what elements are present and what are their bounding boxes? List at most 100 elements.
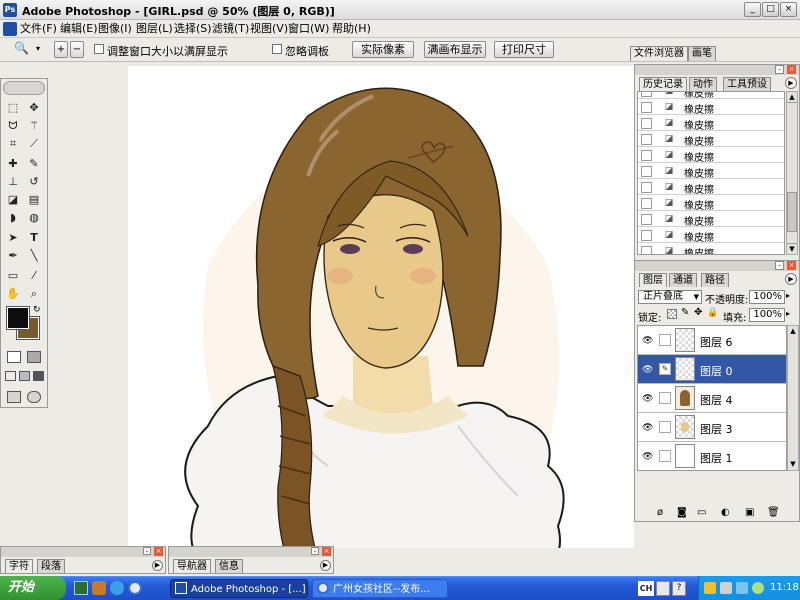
imageready-icon[interactable] xyxy=(27,391,41,403)
minimize-button[interactable]: _ xyxy=(744,2,761,17)
ime-icon[interactable] xyxy=(656,581,670,596)
eye-icon[interactable]: 👁 xyxy=(642,394,653,404)
move-tool-icon[interactable]: ✥ xyxy=(25,99,43,116)
browser-icon[interactable] xyxy=(110,581,124,595)
fill-input[interactable]: 100% xyxy=(749,308,785,322)
quick-mask-icon[interactable] xyxy=(27,351,41,363)
character-close-button[interactable]: × xyxy=(154,547,163,556)
navigator-menu-icon[interactable]: ▶ xyxy=(320,560,331,571)
menu-filter[interactable]: 滤镜(T) xyxy=(212,21,249,37)
screen-mode-full-menu-icon[interactable] xyxy=(19,371,30,381)
history-item[interactable]: ◪ 橡皮擦 xyxy=(638,212,784,228)
blur-tool-icon[interactable]: ◗ xyxy=(4,209,22,226)
adjustment-layer-icon[interactable]: ◐ xyxy=(721,507,730,518)
line-tool-icon[interactable]: ╲ xyxy=(25,247,43,264)
healing-brush-tool-icon[interactable]: ✚ xyxy=(4,155,22,172)
blend-mode-select[interactable]: 正片叠底 ▼ xyxy=(638,290,702,304)
menu-edit[interactable]: 编辑(E) xyxy=(60,21,98,37)
history-snapshot-box[interactable] xyxy=(641,246,652,254)
history-minimize-button[interactable]: - xyxy=(775,65,784,74)
history-item[interactable]: ◪ 橡皮擦 xyxy=(638,228,784,244)
standard-mode-icon[interactable] xyxy=(7,351,21,363)
link-slot[interactable] xyxy=(659,334,671,346)
opacity-input[interactable]: 100% xyxy=(749,290,785,304)
pen-tool-icon[interactable]: ✒ xyxy=(4,247,22,264)
layer-set-icon[interactable]: ▭ xyxy=(697,507,706,518)
lock-all-icon[interactable]: 🔒 xyxy=(707,308,718,318)
link-slot[interactable] xyxy=(659,392,671,404)
history-item[interactable]: ◪ 橡皮擦 xyxy=(638,148,784,164)
task-browser[interactable]: 广州女孩社区--发布... xyxy=(312,579,448,598)
foreground-color-swatch[interactable] xyxy=(6,306,30,330)
notes-tool-icon[interactable]: ▭ xyxy=(4,267,22,284)
tray-status-icon[interactable] xyxy=(752,582,764,594)
tab-brushes[interactable]: 画笔 xyxy=(688,46,716,61)
link-slot[interactable] xyxy=(659,421,671,433)
opacity-arrow-icon[interactable]: ▸ xyxy=(786,291,790,300)
help-icon[interactable]: ? xyxy=(672,581,686,596)
ie-icon[interactable] xyxy=(128,581,142,595)
lock-image-icon[interactable]: ✎ xyxy=(681,307,689,318)
new-layer-icon[interactable]: ▣ xyxy=(745,507,754,518)
history-item[interactable]: ◪ 橡皮擦 xyxy=(638,116,784,132)
history-snapshot-box[interactable] xyxy=(641,102,652,113)
tab-tool-presets[interactable]: 工具预设 xyxy=(723,77,771,91)
history-brush-tool-icon[interactable]: ↺ xyxy=(25,173,43,190)
show-desktop-icon[interactable] xyxy=(74,581,88,595)
magic-wand-tool-icon[interactable]: ⚚ xyxy=(25,117,43,134)
history-snapshot-box[interactable] xyxy=(641,92,652,97)
history-snapshot-box[interactable] xyxy=(641,166,652,177)
history-item[interactable]: ◪ 橡皮擦 xyxy=(638,132,784,148)
tab-channels[interactable]: 通道 xyxy=(669,273,697,287)
zoom-in-button[interactable]: + xyxy=(54,41,68,58)
history-snapshot-box[interactable] xyxy=(641,214,652,225)
toolbox-header-icon[interactable] xyxy=(3,81,45,95)
tab-layers[interactable]: 图层 xyxy=(639,273,667,287)
resize-window-checkbox[interactable] xyxy=(94,44,104,54)
eraser-tool-icon[interactable]: ◪ xyxy=(4,191,22,208)
layer-row-6[interactable]: 👁 图层 6 xyxy=(638,326,786,355)
history-item[interactable]: ◪ 橡皮擦 xyxy=(638,244,784,254)
network-icon[interactable] xyxy=(720,582,732,594)
tab-paragraph[interactable]: 段落 xyxy=(37,559,65,573)
maximize-button[interactable]: □ xyxy=(762,2,779,17)
layer-row-0[interactable]: 👁 ✎ 图层 0 xyxy=(638,355,786,384)
scroll-down-icon[interactable]: ▼ xyxy=(788,459,798,470)
ignore-palettes-checkbox[interactable] xyxy=(272,44,282,54)
task-photoshop[interactable]: Adobe Photoshop - [...] xyxy=(170,579,308,598)
eyedropper-tool-icon[interactable]: ⁄ xyxy=(25,267,43,284)
menu-file[interactable]: 文件(F) xyxy=(20,21,57,37)
screen-mode-standard-icon[interactable] xyxy=(5,371,16,381)
print-size-button[interactable]: 打印尺寸 xyxy=(494,41,554,58)
layers-scrollbar[interactable]: ▲ ▼ xyxy=(787,325,799,471)
layers-minimize-button[interactable]: - xyxy=(775,261,784,270)
layer-row-4[interactable]: 👁 图层 4 xyxy=(638,384,786,413)
fill-arrow-icon[interactable]: ▸ xyxy=(786,309,790,318)
history-snapshot-box[interactable] xyxy=(641,150,652,161)
history-scroll-thumb[interactable] xyxy=(787,192,797,232)
menu-view[interactable]: 视图(V) xyxy=(250,21,288,37)
history-item[interactable]: ◪ 橡皮擦 xyxy=(638,92,784,100)
path-selection-tool-icon[interactable]: ➤ xyxy=(4,229,22,246)
history-item[interactable]: ◪ 橡皮擦 xyxy=(638,100,784,116)
character-menu-icon[interactable]: ▶ xyxy=(152,560,163,571)
trash-icon[interactable]: 🗑 xyxy=(767,507,780,518)
crop-tool-icon[interactable]: ⌗ xyxy=(4,135,22,152)
history-scrollbar[interactable]: ▲ ▼ xyxy=(786,91,798,255)
layer-mask-icon[interactable]: ◙ xyxy=(677,507,687,518)
swap-colors-icon[interactable]: ↻ xyxy=(33,305,41,315)
layer-row-3[interactable]: 👁 图层 3 xyxy=(638,413,786,442)
menu-layer[interactable]: 图层(L) xyxy=(136,21,173,37)
history-item[interactable]: ◪ 橡皮擦 xyxy=(638,180,784,196)
layers-menu-icon[interactable]: ▶ xyxy=(785,273,797,285)
jump-to-imageready-icon[interactable] xyxy=(7,391,21,403)
eye-icon[interactable]: 👁 xyxy=(642,336,653,346)
history-snapshot-box[interactable] xyxy=(641,182,652,193)
tab-history[interactable]: 历史记录 xyxy=(639,77,687,91)
history-close-button[interactable]: × xyxy=(787,65,796,74)
layer-row-1[interactable]: 👁 图层 1 xyxy=(638,442,786,470)
fit-on-screen-button[interactable]: 满画布显示 xyxy=(424,41,486,58)
link-slot[interactable] xyxy=(659,450,671,462)
lasso-tool-icon[interactable]: ᗢ xyxy=(4,117,22,134)
layers-close-button[interactable]: × xyxy=(787,261,796,270)
